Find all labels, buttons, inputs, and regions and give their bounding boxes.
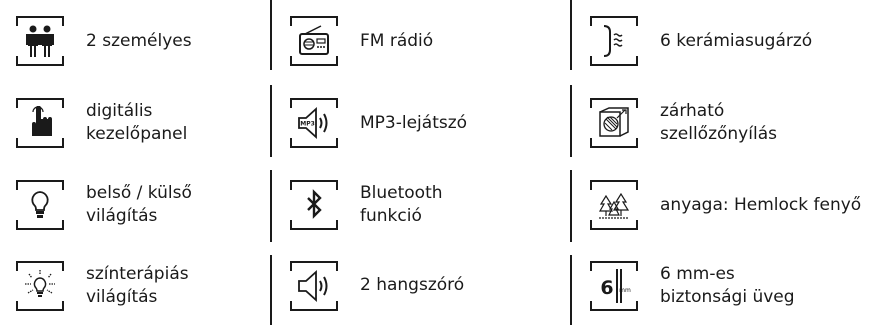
column-divider [270,85,272,157]
feature-label: 6 mm-es biztonsági üveg [660,263,795,307]
feature-item-ventilation: zárható szellőzőnyílás [570,82,872,164]
feature-label: Bluetooth funkció [360,183,443,226]
feature-label: FM rádió [360,30,434,51]
mp3-speaker-icon: MP3 [290,98,338,148]
two-persons-icon [16,16,64,66]
color-light-icon [16,260,64,311]
column-divider [570,85,572,157]
feature-item-speakers: 2 hangszóró [270,246,570,325]
feature-label: színterápiás világítás [86,263,189,307]
column-divider [570,170,572,242]
column-divider [270,170,272,242]
ventilation-icon [590,98,638,148]
feature-item-glass: 6 mm 6 mm-es biztonsági üveg [570,246,872,325]
feature-label: digitális kezelőpanel [86,101,188,144]
lightbulb-icon [16,180,64,230]
feature-label: belső / külső világítás [86,183,192,226]
feature-label: MP3-lejátszó [360,112,468,133]
feature-item-wood: anyaga: Hemlock fenyő [570,164,872,246]
feature-item-heater: 6 kerámiasugárzó [570,0,872,82]
feature-item-radio: FM rádió [270,0,570,82]
feature-label: zárható szellőzőnyílás [660,101,777,144]
feature-item-persons: 2 személyes [0,0,270,82]
ceramic-heater-icon [590,16,638,66]
column-divider [570,0,572,70]
feature-label: anyaga: Hemlock fenyő [660,194,862,215]
glass-badge-number: 6 [600,277,613,299]
radio-icon [290,16,338,66]
feature-item-bluetooth: Bluetooth funkció [270,164,570,246]
bluetooth-icon [290,180,338,230]
feature-item-color-light: színterápiás világítás [0,246,270,325]
feature-label: 2 személyes [86,30,192,51]
column-divider [270,255,272,325]
column-divider [570,255,572,325]
column-divider [270,0,272,70]
touch-panel-icon [16,98,64,148]
glass-badge-unit: mm [619,287,631,294]
speaker-icon [290,260,338,311]
feature-grid: 2 személyes FM rádió 6 kerámiasugárzó di… [0,0,872,325]
glass-thickness-icon: 6 mm [590,260,638,311]
mp3-badge: MP3 [300,121,315,128]
feature-label: 6 kerámiasugárzó [660,30,813,51]
trees-icon [590,180,638,230]
feature-label: 2 hangszóró [360,275,465,295]
feature-item-lighting: belső / külső világítás [0,164,270,246]
feature-item-panel: digitális kezelőpanel [0,82,270,164]
feature-item-mp3: MP3 MP3-lejátszó [270,82,570,164]
